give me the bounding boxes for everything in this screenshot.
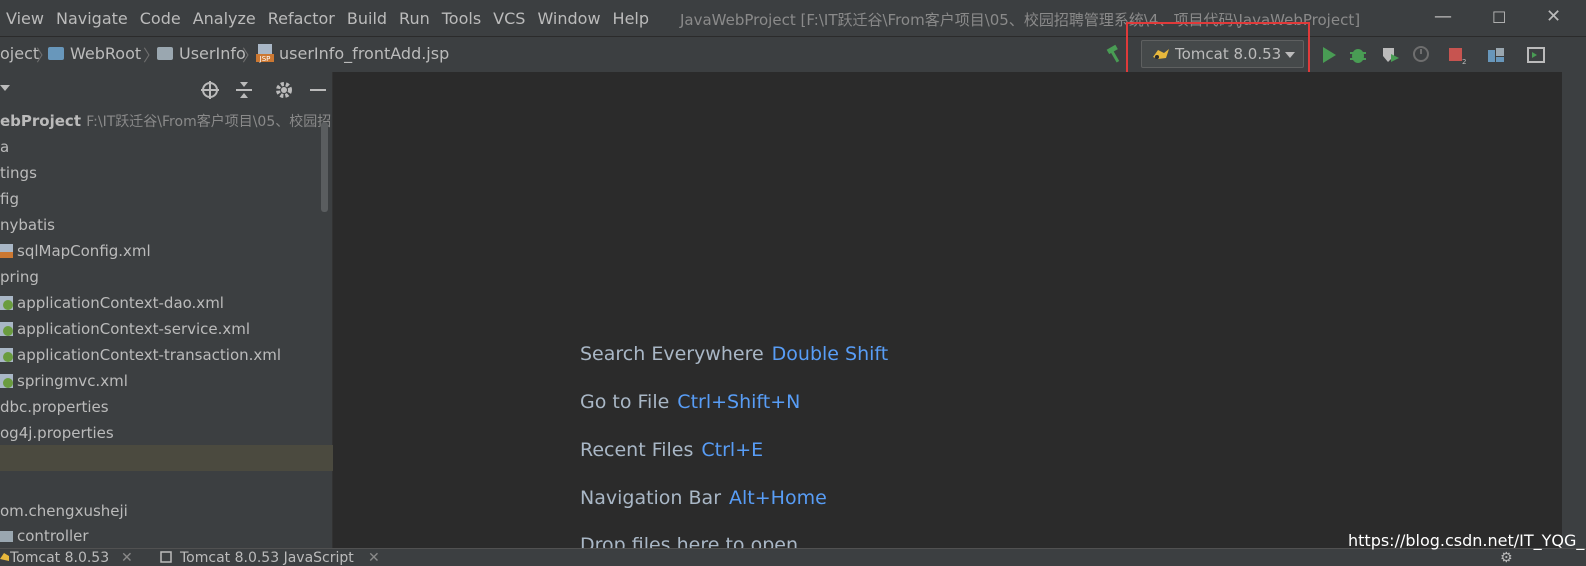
xml-file-icon: [0, 244, 13, 258]
tree-item-label: sqlMapConfig.xml: [17, 242, 151, 260]
debug-icon[interactable]: [1348, 45, 1368, 65]
spring-xml-icon: [0, 348, 13, 362]
build-hammer-icon[interactable]: [1104, 44, 1126, 64]
maximize-icon[interactable]: ☐: [1492, 8, 1506, 27]
hint-navigation-bar: Navigation Bar Alt+Home: [580, 487, 827, 509]
breadcrumb-project[interactable]: oject: [0, 44, 39, 63]
tab-close-icon[interactable]: ✕: [121, 550, 133, 566]
editor-empty-area: Search Everywhere Double Shift Go to File…: [334, 72, 1562, 548]
tree-item-label: controller: [17, 527, 89, 545]
svg-text:2: 2: [1462, 58, 1466, 65]
breadcrumb-userinfo[interactable]: UserInfo: [179, 44, 246, 63]
tree-item[interactable]: pring: [0, 268, 39, 286]
menu-navigate[interactable]: Navigate: [50, 9, 134, 28]
project-name: ebProject: [0, 112, 81, 130]
tree-item[interactable]: tings: [0, 164, 37, 182]
tree-root-project[interactable]: ebProject F:\IT跃迁谷\From客户项目\05、校园招: [0, 111, 331, 131]
hint-action: Navigation Bar: [580, 487, 722, 509]
tree-item[interactable]: om.chengxusheji: [0, 502, 128, 520]
hint-drop-files: Drop files here to open: [580, 534, 798, 548]
tree-item-package[interactable]: controller: [0, 527, 89, 545]
locate-file-icon[interactable]: [200, 80, 220, 100]
tree-item-file[interactable]: springmvc.xml: [0, 372, 128, 390]
hint-action: Recent Files: [580, 439, 694, 461]
gear-icon[interactable]: ⚙: [1500, 550, 1513, 566]
hint-shortcut: Double Shift: [771, 343, 889, 365]
breadcrumb-file[interactable]: userInfo_frontAdd.jsp: [279, 44, 449, 63]
hint-shortcut: Ctrl+E: [701, 439, 764, 461]
menu-build[interactable]: Build: [341, 9, 393, 28]
right-tool-strip: [1562, 72, 1586, 548]
terminal-icon[interactable]: [1526, 45, 1546, 65]
tree-item[interactable]: nybatis: [0, 216, 55, 234]
spring-xml-icon: [0, 322, 13, 336]
menu-help[interactable]: Help: [607, 9, 655, 28]
hint-shortcut: Alt+Home: [729, 487, 827, 509]
project-structure-icon[interactable]: [1486, 45, 1506, 65]
web-folder-icon: [48, 47, 64, 60]
folder-icon: [157, 47, 173, 60]
tree-item-file[interactable]: applicationContext-service.xml: [0, 320, 250, 338]
menu-analyze[interactable]: Analyze: [187, 9, 262, 28]
coverage-icon[interactable]: [1380, 45, 1400, 65]
selected-tree-row[interactable]: [0, 445, 333, 471]
javascript-debug-icon: [160, 551, 172, 563]
tree-item[interactable]: dbc.properties: [0, 398, 109, 416]
jsp-file-icon: JSP: [256, 44, 274, 63]
project-path: F:\IT跃迁谷\From客户项目\05、校园招: [86, 114, 332, 130]
hint-search-everywhere: Search Everywhere Double Shift: [580, 343, 888, 365]
menu-run[interactable]: Run: [393, 9, 436, 28]
tree-item-label: applicationContext-service.xml: [17, 320, 251, 338]
close-icon[interactable]: ✕: [1546, 6, 1561, 27]
spring-xml-icon: [0, 296, 13, 310]
gear-icon[interactable]: [274, 80, 294, 100]
run-icon[interactable]: [1319, 45, 1339, 65]
tree-item-file[interactable]: applicationContext-transaction.xml: [0, 346, 281, 364]
run-tabs-bar: Tomcat 8.0.53 ✕ Tomcat 8.0.53 JavaScript…: [0, 548, 1586, 566]
chevron-down-icon[interactable]: [0, 83, 12, 93]
hint-go-to-file: Go to File Ctrl+Shift+N: [580, 391, 800, 413]
hint-action: Drop files here to open: [580, 534, 799, 548]
hide-panel-icon[interactable]: [308, 80, 328, 100]
package-icon: [0, 531, 13, 542]
tree-item[interactable]: a: [0, 138, 9, 156]
menu-code[interactable]: Code: [134, 9, 187, 28]
collapse-all-icon[interactable]: [234, 80, 254, 100]
menu-view[interactable]: View: [0, 9, 50, 28]
tree-item-file[interactable]: sqlMapConfig.xml: [0, 242, 151, 260]
spring-xml-icon: [0, 374, 13, 388]
hint-action: Go to File: [580, 391, 670, 413]
breadcrumb-webroot[interactable]: WebRoot: [70, 44, 141, 63]
menu-refactor[interactable]: Refactor: [262, 9, 341, 28]
stop-icon[interactable]: 2: [1446, 45, 1466, 65]
watermark: https://blog.csdn.net/IT_YQG_: [1348, 531, 1585, 550]
tab-close-icon[interactable]: ✕: [368, 550, 380, 566]
tab-tomcat[interactable]: Tomcat 8.0.53: [10, 550, 109, 566]
hint-recent-files: Recent Files Ctrl+E: [580, 439, 763, 461]
tree-item-label: springmvc.xml: [17, 372, 128, 390]
hint-shortcut: Ctrl+Shift+N: [677, 391, 801, 413]
svg-text:JSP: JSP: [259, 55, 271, 63]
tree-item[interactable]: og4j.properties: [0, 424, 114, 442]
tree-scrollbar[interactable]: [321, 122, 328, 212]
project-tool-window: ebProject F:\IT跃迁谷\From客户项目\05、校园招 a tin…: [0, 72, 333, 548]
tree-item-label: applicationContext-dao.xml: [17, 294, 224, 312]
menu-window[interactable]: Window: [531, 9, 606, 28]
menu-tools[interactable]: Tools: [436, 9, 487, 28]
tree-item-label: applicationContext-transaction.xml: [17, 346, 282, 364]
profiler-icon[interactable]: [1412, 45, 1432, 65]
tree-item-file[interactable]: applicationContext-dao.xml: [0, 294, 224, 312]
menu-vcs[interactable]: VCS: [487, 9, 531, 28]
tree-item[interactable]: fig: [0, 190, 19, 208]
hint-action: Search Everywhere: [580, 343, 764, 365]
minimize-icon[interactable]: —: [1434, 6, 1452, 27]
tomcat-icon: [0, 553, 9, 561]
tab-tomcat-javascript[interactable]: Tomcat 8.0.53 JavaScript: [180, 550, 354, 566]
